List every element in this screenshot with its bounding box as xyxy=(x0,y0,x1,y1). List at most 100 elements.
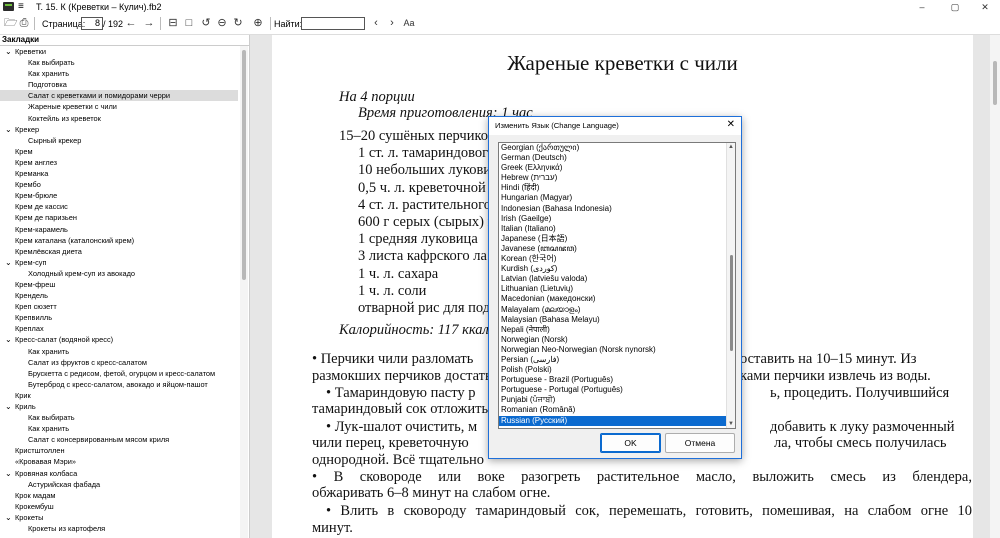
bookmark-item[interactable]: Как хранить xyxy=(0,68,238,79)
bookmark-item[interactable]: Крембо xyxy=(0,179,238,190)
rotate-right-icon[interactable]: ↻ xyxy=(232,17,244,29)
language-option[interactable]: Hindi (हिंदी) xyxy=(499,183,735,193)
language-option[interactable]: Georgian (ქართული) xyxy=(499,143,735,153)
language-option[interactable]: Korean (한국어) xyxy=(499,254,735,264)
bookmark-item[interactable]: ⌄ Крокеты xyxy=(0,512,238,523)
language-option[interactable]: Hebrew (עברית) xyxy=(499,173,735,183)
bookmark-item[interactable]: Крем-карамель xyxy=(0,224,238,235)
bookmark-item[interactable]: Крем англез xyxy=(0,157,238,168)
language-option[interactable]: Romanian (Română) xyxy=(499,405,735,415)
bookmark-item[interactable]: Крем каталана (каталонский крем) xyxy=(0,235,238,246)
bookmark-item[interactable]: Креманка xyxy=(0,168,238,179)
cancel-button[interactable]: Отмена xyxy=(665,433,735,453)
zoom-in-icon[interactable]: ⊕ xyxy=(252,17,264,29)
bookmark-item[interactable]: ⌄ Криль xyxy=(0,401,238,412)
language-option[interactable]: Hungarian (Magyar) xyxy=(499,193,735,203)
language-option[interactable]: Italian (Italiano) xyxy=(499,224,735,234)
language-option[interactable]: German (Deutsch) xyxy=(499,153,735,163)
language-option[interactable]: Macedonian (македонски) xyxy=(499,294,735,304)
bookmark-item[interactable]: Салат с креветками и помидорами черри xyxy=(0,90,238,102)
document-scrollbar[interactable] xyxy=(990,35,1000,538)
scroll-down-icon[interactable]: ▼ xyxy=(728,421,734,427)
bookmark-item[interactable]: Салат из фруктов с кресс-салатом xyxy=(0,357,238,368)
language-option[interactable]: Latvian (latviešu valoda) xyxy=(499,274,735,284)
bookmark-item[interactable]: ⌄ Крем-суп xyxy=(0,257,238,268)
bookmark-item[interactable]: Подготовка xyxy=(0,79,238,90)
zoom-out-icon[interactable]: ⊖ xyxy=(216,17,228,29)
expand-chevron-icon[interactable]: ⌄ xyxy=(5,468,12,479)
language-option[interactable]: Russian (Русский) xyxy=(499,415,735,426)
print-icon[interactable]: ⎙ xyxy=(18,17,30,29)
expand-chevron-icon[interactable]: ⌄ xyxy=(5,257,12,268)
bookmark-item[interactable]: Сырный крекер xyxy=(0,135,238,146)
bookmark-item[interactable]: Астурийская фабада xyxy=(0,479,238,490)
language-option[interactable]: Norwegian Neo-Norwegian (Norsk nynorsk) xyxy=(499,345,735,355)
language-option[interactable]: Norwegian (Norsk) xyxy=(499,335,735,345)
bookmark-item[interactable]: Холодный крем-суп из авокадо xyxy=(0,268,238,279)
bookmark-item[interactable]: Бутерброд с кресс-салатом, авокадо и яйц… xyxy=(0,379,238,390)
language-option[interactable]: Kurdish (کوردی) xyxy=(499,264,735,274)
open-folder-icon[interactable]: 🗁 xyxy=(4,17,18,29)
bookmark-item[interactable]: Как выбирать xyxy=(0,412,238,423)
bookmark-item[interactable]: Как хранить xyxy=(0,423,238,434)
find-previous-icon[interactable]: ‹ xyxy=(370,17,382,29)
bookmark-item[interactable]: Крем де паризьен xyxy=(0,212,238,223)
language-listbox[interactable]: Georgian (ქართული) German (Deutsch) Greek … xyxy=(498,142,736,429)
facing-pages-view-icon[interactable]: □ xyxy=(183,17,195,29)
bookmark-item[interactable]: Крокембуш xyxy=(0,501,238,512)
bookmark-item[interactable]: Кремлёвская диета xyxy=(0,246,238,257)
bookmark-item[interactable]: «Кровавая Мэри» xyxy=(0,456,238,467)
language-option[interactable]: Punjabi (ਪੰਜਾਬੀ) xyxy=(499,395,735,405)
language-option[interactable]: Persian (فارسی) xyxy=(499,355,735,365)
bookmark-item[interactable]: Креплах xyxy=(0,323,238,334)
bookmark-item[interactable]: Крок мадам xyxy=(0,490,238,501)
minimize-button[interactable]: – xyxy=(907,0,937,14)
find-next-icon[interactable]: › xyxy=(386,17,398,29)
language-option[interactable]: Irish (Gaeilge) xyxy=(499,214,735,224)
bookmark-item[interactable]: ⌄ Кресс-салат (водяной кресс) xyxy=(0,334,238,345)
bookmark-item[interactable]: Крепвилль xyxy=(0,312,238,323)
bookmark-item[interactable]: Крем-брюле xyxy=(0,190,238,201)
language-option[interactable]: Lithuanian (Lietuvių) xyxy=(499,284,735,294)
language-list-scrollbar[interactable]: ▲ ▼ xyxy=(726,143,735,428)
ok-button[interactable]: OK xyxy=(600,433,661,453)
bookmark-item[interactable]: Крокеты из картофеля xyxy=(0,523,238,534)
language-option[interactable]: Javanese (ꦧꦱꦗꦮ) xyxy=(499,244,735,254)
bookmark-item[interactable]: Брускетта с редисом, фетой, огурцом и кр… xyxy=(0,368,238,379)
expand-chevron-icon[interactable]: ⌄ xyxy=(5,401,12,412)
expand-chevron-icon[interactable]: ⌄ xyxy=(5,124,12,135)
single-page-view-icon[interactable]: ⊟ xyxy=(167,17,179,29)
language-option[interactable]: Malayalam (മലയാളം) xyxy=(499,305,735,315)
sidebar-scrollbar[interactable] xyxy=(240,46,248,538)
bookmark-item[interactable]: Крем-фреш xyxy=(0,279,238,290)
language-option[interactable]: Nepali (नेपाली) xyxy=(499,325,735,335)
bookmark-item[interactable]: Крем xyxy=(0,146,238,157)
bookmark-item[interactable]: Как выбирать xyxy=(0,57,238,68)
arrow-left-icon[interactable]: ← xyxy=(125,17,137,29)
bookmark-item[interactable]: Салат с консервированным мясом криля xyxy=(0,434,238,445)
bookmark-item[interactable]: Как хранить xyxy=(0,346,238,357)
language-option[interactable]: Japanese (日本語) xyxy=(499,234,735,244)
expand-chevron-icon[interactable]: ⌄ xyxy=(5,46,12,57)
bookmark-item[interactable]: ⌄ Крекер xyxy=(0,124,238,135)
match-case-icon[interactable]: Aa xyxy=(403,17,415,29)
expand-chevron-icon[interactable]: ⌄ xyxy=(5,334,12,345)
document-scrollbar-thumb[interactable] xyxy=(993,61,997,105)
close-window-button[interactable]: ✕ xyxy=(970,0,1000,14)
arrow-right-icon[interactable]: → xyxy=(143,17,155,29)
find-input[interactable] xyxy=(301,17,365,30)
language-option[interactable]: Greek (Ελληνικά) xyxy=(499,163,735,173)
sidebar-scrollbar-thumb[interactable] xyxy=(242,50,246,280)
bookmark-item[interactable]: Жареные креветки с чили xyxy=(0,101,238,112)
rotate-left-icon[interactable]: ↺ xyxy=(200,17,212,29)
bookmark-item[interactable]: Коктейль из креветок xyxy=(0,113,238,124)
hamburger-menu-icon[interactable]: ≡ xyxy=(18,1,24,12)
bookmark-item[interactable]: ⌄ Креветки xyxy=(0,46,238,57)
expand-chevron-icon[interactable]: ⌄ xyxy=(5,512,12,523)
page-number-input[interactable]: 8 xyxy=(81,17,103,30)
bookmark-item[interactable]: Кристштоллен xyxy=(0,445,238,456)
scroll-up-icon[interactable]: ▲ xyxy=(728,144,734,150)
language-list-scrollbar-thumb[interactable] xyxy=(730,255,733,351)
language-option[interactable]: Portuguese - Brazil (Português) xyxy=(499,375,735,385)
language-option[interactable]: Indonesian (Bahasa Indonesia) xyxy=(499,204,735,214)
